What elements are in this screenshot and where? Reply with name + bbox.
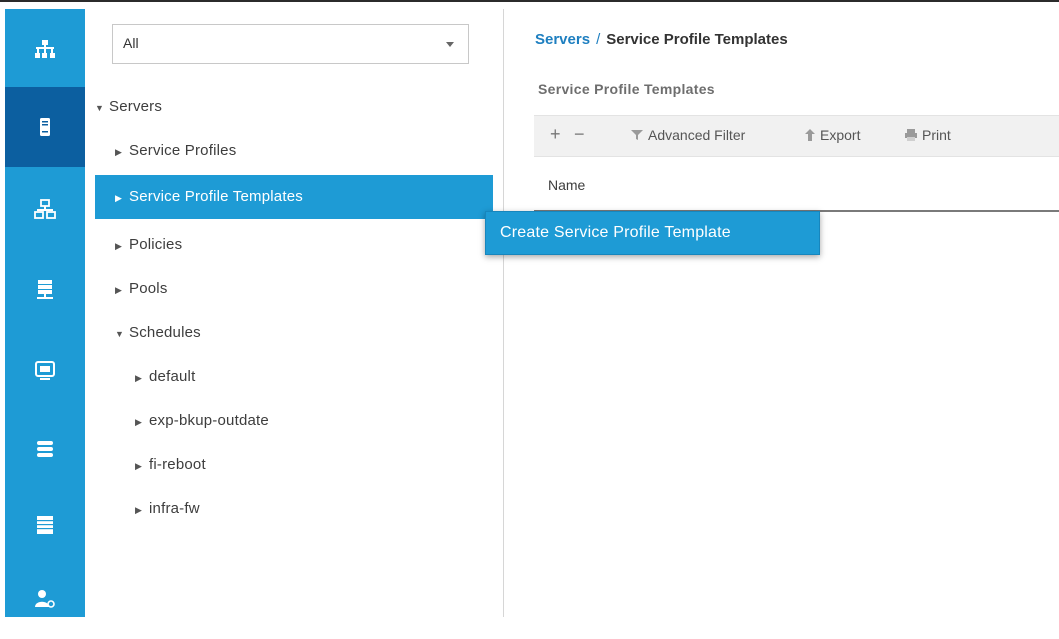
tree-node-service-profiles[interactable]: ▶ Service Profiles xyxy=(115,142,236,159)
advanced-filter-label: Advanced Filter xyxy=(648,127,746,143)
collapsed-arrow-icon[interactable]: ▶ xyxy=(115,241,129,252)
tree-node-label: Schedules xyxy=(129,324,201,341)
table-toolbar: + − Advanced Filter Export Print xyxy=(534,115,1059,157)
tree-node-label: Pools xyxy=(129,280,168,297)
section-title: Service Profile Templates xyxy=(538,81,715,97)
rail-item-storage[interactable] xyxy=(5,409,85,489)
navigation-rail xyxy=(5,9,85,617)
tree-node-label: exp-bkup-outdate xyxy=(149,412,269,429)
collapsed-arrow-icon[interactable]: ▶ xyxy=(135,461,149,472)
tree-node-label: Policies xyxy=(129,236,183,253)
server-icon xyxy=(40,118,50,136)
storage-icon xyxy=(37,441,53,457)
print-label: Print xyxy=(922,127,951,143)
tree-node-label: Servers xyxy=(109,98,163,115)
san-icon xyxy=(37,280,53,299)
rail-item-chassis[interactable] xyxy=(5,485,85,565)
tree-node-schedules[interactable]: ▼ Schedules xyxy=(115,324,201,341)
breadcrumb-separator: / xyxy=(596,31,601,48)
context-menu: Create Service Profile Template xyxy=(485,211,820,255)
collapsed-arrow-icon[interactable]: ▶ xyxy=(115,285,129,296)
filter-value: All xyxy=(123,35,139,51)
vm-icon xyxy=(35,361,55,380)
content-panel: Servers / Service Profile Templates Servic… xyxy=(504,9,1059,617)
filter-dropdown[interactable]: All xyxy=(112,24,469,64)
breadcrumb-link-servers[interactable]: Servers xyxy=(535,31,590,48)
tree-node-label: Service Profile Templates xyxy=(129,188,303,205)
tree-node-label: infra-fw xyxy=(149,500,200,517)
tree-node-policies[interactable]: ▶ Policies xyxy=(115,236,182,253)
rail-item-equipment[interactable] xyxy=(5,9,85,89)
column-header-name[interactable]: Name xyxy=(548,177,585,193)
export-button[interactable]: Export xyxy=(804,127,860,143)
tree-node-label: fi-reboot xyxy=(149,456,206,473)
rail-item-admin[interactable] xyxy=(5,559,85,639)
export-label: Export xyxy=(820,127,861,143)
collapsed-arrow-icon[interactable]: ▶ xyxy=(115,147,129,158)
rail-item-lan[interactable] xyxy=(5,169,85,249)
expanded-arrow-icon[interactable]: ▼ xyxy=(115,329,129,339)
navigation-tree-panel: All ▼ Servers ▶ Service Profiles ▶ Service … xyxy=(85,9,504,617)
filter-icon xyxy=(631,130,643,140)
chevron-down-icon[interactable] xyxy=(446,42,454,47)
tree-node-service-profile-templates[interactable]: ▶ Service Profile Templates xyxy=(95,175,493,219)
tree-node-schedule-item[interactable]: ▶ exp-bkup-outdate xyxy=(135,412,269,429)
tree-node-label: default xyxy=(149,368,196,385)
top-border xyxy=(0,0,1059,9)
rail-item-san[interactable] xyxy=(5,249,85,329)
breadcrumb-current: Service Profile Templates xyxy=(606,31,788,48)
print-icon xyxy=(905,129,917,141)
rail-item-vm[interactable] xyxy=(5,331,85,411)
print-button[interactable]: Print xyxy=(904,127,951,143)
chassis-icon xyxy=(37,516,53,534)
export-icon xyxy=(805,129,815,141)
network-icon xyxy=(35,40,55,58)
menu-item-create-service-profile-template[interactable]: Create Service Profile Template xyxy=(500,224,731,242)
collapsed-arrow-icon[interactable]: ▶ xyxy=(135,417,149,428)
advanced-filter-button[interactable]: Advanced Filter xyxy=(630,127,745,143)
remove-button[interactable]: − xyxy=(574,124,585,145)
add-button[interactable]: + xyxy=(550,124,561,145)
collapsed-arrow-icon[interactable]: ▶ xyxy=(115,193,129,204)
breadcrumb: Servers / Service Profile Templates xyxy=(535,31,788,48)
lan-icon xyxy=(34,199,56,219)
expanded-arrow-icon[interactable]: ▼ xyxy=(95,103,109,113)
tree-node-pools[interactable]: ▶ Pools xyxy=(115,280,168,297)
tree-node-servers[interactable]: ▼ Servers xyxy=(95,98,162,115)
tree-node-schedule-item[interactable]: ▶ fi-reboot xyxy=(135,456,206,473)
tree-node-schedule-item[interactable]: ▶ default xyxy=(135,368,195,385)
tree-node-label: Service Profiles xyxy=(129,142,237,159)
admin-icon xyxy=(35,590,55,608)
collapsed-arrow-icon[interactable]: ▶ xyxy=(135,373,149,384)
tree-node-schedule-item[interactable]: ▶ infra-fw xyxy=(135,500,200,517)
table-header-row: Name xyxy=(534,157,1059,212)
collapsed-arrow-icon[interactable]: ▶ xyxy=(135,505,149,516)
rail-item-servers[interactable] xyxy=(5,87,85,167)
